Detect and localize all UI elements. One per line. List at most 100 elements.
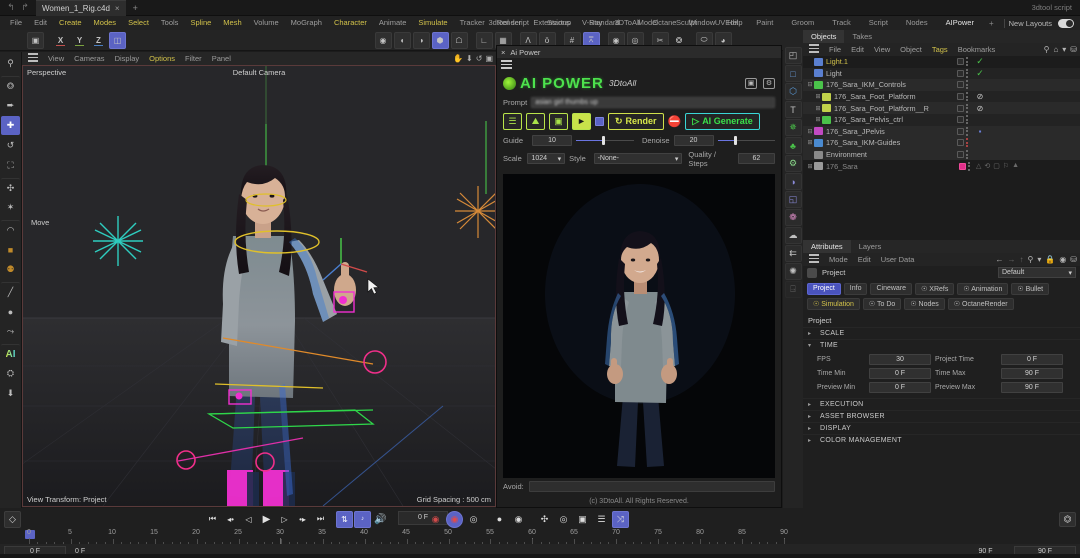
table-row[interactable]: ⊞ 176_Sara_IKM-Guides <box>803 137 1080 149</box>
world-coordinate-icon[interactable]: ◫ <box>109 31 126 49</box>
denoise-value-field[interactable]: 20 <box>673 134 714 146</box>
lock-icon[interactable]: 🔒 <box>1045 255 1055 264</box>
visibility-checkbox[interactable] <box>957 93 964 101</box>
material-sphere-icon[interactable]: ⚉ <box>1 260 20 279</box>
menu-mesh[interactable]: Mesh <box>217 16 247 30</box>
tab-layers[interactable]: Layers <box>851 240 890 253</box>
row-expander[interactable]: ⊟ <box>806 81 814 88</box>
position-key-button[interactable]: ● <box>491 511 508 528</box>
attr-tab-nodes[interactable]: ☉ Nodes <box>904 297 945 310</box>
visibility-checkbox[interactable] <box>957 69 964 77</box>
preset-select[interactable]: Default ▾ <box>998 267 1076 279</box>
viewport-menu-filter[interactable]: Filter <box>180 54 207 63</box>
forward-arrow-icon[interactable]: → <box>1007 255 1015 264</box>
table-row[interactable]: Light.1 ✓ <box>803 56 1080 68</box>
objects-menu-icon[interactable] <box>806 44 822 54</box>
display-tag-icon[interactable]: ▲ <box>1012 162 1019 170</box>
rotate-view-icon[interactable]: ↺ <box>476 54 483 63</box>
axis-x-icon[interactable]: X <box>52 32 69 49</box>
menu-select[interactable]: Select <box>122 16 155 30</box>
menu-volume[interactable]: Volume <box>248 16 285 30</box>
gear-object-icon[interactable]: ⚙ <box>784 155 802 172</box>
brush-deform-icon[interactable]: ✶ <box>1 198 20 217</box>
scene-camera-icon[interactable]: ◱ <box>784 191 802 208</box>
viewport-menu-cameras[interactable]: Cameras <box>69 54 109 63</box>
table-row[interactable]: ⊞ 176_Sara_Foot_Platform ⊘ <box>803 90 1080 103</box>
dolly-view-icon[interactable]: ⬇ <box>466 54 473 63</box>
visibility-checkbox[interactable] <box>957 151 964 159</box>
row-expander[interactable]: ⊞ <box>814 93 822 100</box>
axis-y-icon[interactable]: Y <box>71 32 88 49</box>
edge-mode-icon[interactable]: ◖ <box>393 31 411 49</box>
ai-tool-icon[interactable]: AI <box>1 344 20 363</box>
visibility-checkbox[interactable] <box>959 162 966 170</box>
viewport-menu-panel[interactable]: Panel <box>207 54 236 63</box>
rotation-key-button[interactable]: ◉ <box>510 511 527 528</box>
record-active-button[interactable]: ◉ <box>427 511 444 528</box>
objects-menu-edit[interactable]: Edit <box>846 45 869 54</box>
move-tool-icon[interactable]: ✚ <box>1 116 20 135</box>
close-icon[interactable]: × <box>115 4 120 13</box>
row-dots[interactable] <box>966 138 968 148</box>
timeline-graph-button[interactable]: ⏣ <box>1059 511 1076 527</box>
effector-icon[interactable]: ✺ <box>784 263 802 280</box>
menu-spline[interactable]: Spline <box>184 16 217 30</box>
row-expander[interactable]: ⊞ <box>806 139 814 146</box>
attr-tab-todo[interactable]: ☉ To Do <box>862 297 902 310</box>
layout-tab-startup[interactable]: Startup <box>538 16 580 30</box>
attr-tab-project[interactable]: Project <box>807 282 841 295</box>
menu-character[interactable]: Character <box>328 16 373 30</box>
viewport-menu-display[interactable]: Display <box>110 54 145 63</box>
row-dots[interactable] <box>966 103 968 113</box>
arc-tool-icon[interactable]: ◠ <box>1 220 20 239</box>
history-icon[interactable]: ◉ <box>1059 255 1066 264</box>
up-arrow-icon[interactable]: ↑ <box>1019 255 1023 264</box>
row-dots[interactable] <box>968 161 970 171</box>
search-icon[interactable]: ⚲ <box>1044 45 1050 54</box>
viewport-menu-options[interactable]: Options <box>144 54 180 63</box>
layout-tab-uvedit[interactable]: UVEdit <box>706 16 747 30</box>
table-row[interactable]: Environment <box>803 148 1080 161</box>
loop-playback-button[interactable]: ⇅ <box>336 510 353 528</box>
generator-icon[interactable]: ⬡ <box>784 83 802 100</box>
layout-tab-nodes[interactable]: Nodes <box>897 16 937 30</box>
visibility-checkbox[interactable] <box>957 104 964 112</box>
visibility-checkbox[interactable] <box>957 116 964 124</box>
object-manager-tree[interactable]: Light.1 ✓ Light ✓ ⊟ 176_Sara_IKM_Control… <box>803 56 1080 240</box>
scale-select[interactable]: 1024 ▾ <box>527 153 566 164</box>
move-select-icon[interactable]: ➨ <box>1 96 20 115</box>
redo-icon[interactable]: ↱ <box>18 2 32 13</box>
section-time[interactable]: ▾ TIME <box>803 338 1080 351</box>
tab-attributes[interactable]: Attributes <box>803 239 851 253</box>
close-icon[interactable]: × <box>501 48 505 57</box>
guide-slider[interactable] <box>576 135 634 146</box>
layout-tab-sculpt[interactable]: Sculpt <box>667 16 706 30</box>
layout-tab-standard[interactable]: Standard <box>580 16 628 30</box>
object-mode-icon[interactable]: ☖ <box>450 31 468 49</box>
ai-power-menu-icon[interactable] <box>497 58 781 73</box>
ai-prompt-input[interactable]: asian girl thumbs up <box>531 96 775 108</box>
back-arrow-icon[interactable]: ← <box>995 255 1003 264</box>
row-dots[interactable] <box>966 150 968 160</box>
light-object-icon[interactable]: ❁ <box>784 209 802 226</box>
download-tool-icon[interactable]: ⬇ <box>1 384 20 403</box>
point-mode-icon[interactable]: ◉ <box>374 31 392 49</box>
live-selection-icon[interactable]: ⭗ <box>1 76 20 95</box>
video-frame-button[interactable]: ▣ <box>549 112 568 130</box>
style-select[interactable]: -None- ▾ <box>593 153 683 164</box>
step-back-button[interactable]: ◁ <box>240 511 257 528</box>
table-row[interactable]: ⊞ 176_Sara △ ⟲ ▢ ⚐ ▲ <box>803 160 1080 172</box>
layout-tab-paint[interactable]: Paint <box>747 16 782 30</box>
tab-objects[interactable]: Objects <box>803 30 845 43</box>
next-key-button[interactable]: •▸ <box>294 511 311 528</box>
viewport-3d-canvas[interactable]: Perspective Default Camera Move View Tra… <box>22 65 496 507</box>
tab-takes[interactable]: Takes <box>844 30 880 43</box>
deform-tool-icon[interactable]: ⛭ <box>1 364 20 383</box>
row-expander[interactable]: ⊟ <box>806 128 814 135</box>
detach-icon[interactable]: ⛁ <box>1070 255 1077 264</box>
ai-preview-image[interactable] <box>503 173 775 478</box>
visibility-checkbox[interactable] <box>957 127 964 135</box>
section-display[interactable]: ▸ DISPLAY <box>803 421 1080 434</box>
timeline-ruler[interactable]: 0 5 10 15 20 25 30 35 40 45 50 55 60 65 … <box>0 529 1080 544</box>
fps-field[interactable]: 30 <box>869 353 931 365</box>
